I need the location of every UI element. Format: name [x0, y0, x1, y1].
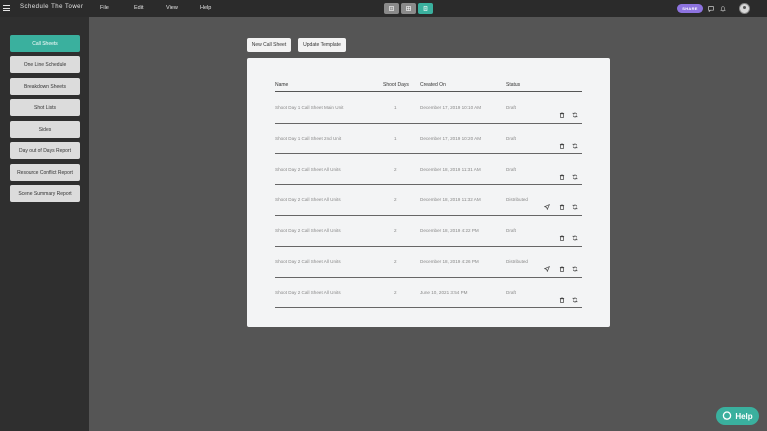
row-status: Draft	[506, 135, 516, 141]
trash-icon[interactable]	[559, 290, 565, 303]
row-divider	[275, 184, 582, 186]
menu-view[interactable]: View	[166, 5, 178, 11]
new-call-sheet-button[interactable]: New Call Sheet	[247, 38, 291, 52]
sidebar-item-one-line-schedule[interactable]: One Line Schedule	[10, 56, 80, 73]
column-header-name: Name	[275, 82, 289, 88]
app-title: Schedule The Tower	[20, 4, 84, 10]
row-created-on: December 18, 2019 11:32 AM	[420, 197, 481, 203]
row-status: Distributed	[506, 259, 528, 264]
row-divider	[275, 307, 582, 309]
row-divider	[275, 214, 582, 216]
send-icon[interactable]	[543, 197, 551, 211]
refresh-icon[interactable]	[572, 136, 578, 149]
trash-icon[interactable]	[559, 105, 565, 118]
column-header-created-on: Created On	[420, 82, 446, 88]
row-status: Draft	[506, 289, 516, 295]
help-button[interactable]: Help	[716, 407, 759, 425]
row-name[interactable]: Shoot Day 2 Call Sheet All Units	[275, 197, 341, 202]
row-name[interactable]: Shoot Day 2 Call Sheet All Units	[275, 259, 341, 264]
row-created-on: December 18, 2019 4:22 PM	[420, 228, 479, 234]
grid-view-icon	[406, 6, 411, 11]
row-status: Distributed	[506, 197, 528, 203]
row-name[interactable]: Shoot Day 2 Call Sheet All Units	[275, 228, 341, 233]
row-divider	[275, 276, 582, 278]
row-shoot-days: 2	[394, 197, 397, 203]
column-header-shoot-days: Shoot Days	[383, 82, 409, 88]
row-name[interactable]: Shoot Day 2 Call Sheet All Units	[275, 167, 341, 172]
hamburger-menu-icon[interactable]	[3, 5, 10, 11]
row-shoot-days: 1	[394, 105, 397, 110]
sidebar-item-day-out-of-days[interactable]: Day out of Days Report	[10, 142, 80, 159]
row-name[interactable]: Shoot Day 1 Call Sheet 2nd Unit	[275, 136, 341, 141]
sidebar-item-resource-conflict[interactable]: Resource Conflict Report	[10, 164, 80, 181]
refresh-icon[interactable]	[572, 228, 578, 241]
row-shoot-days: 2	[394, 289, 397, 295]
menu-edit[interactable]: Edit	[134, 5, 143, 11]
refresh-icon[interactable]	[572, 290, 578, 303]
row-shoot-days: 2	[394, 166, 397, 172]
row-status: Draft	[506, 228, 516, 234]
row-shoot-days: 2	[394, 228, 397, 234]
list-view-icon	[389, 6, 394, 11]
send-icon[interactable]	[543, 259, 551, 273]
row-created-on: December 17, 2019 10:10 AM	[420, 105, 482, 110]
view-toggle-document[interactable]	[418, 3, 433, 14]
help-label: Help	[735, 411, 753, 421]
trash-icon[interactable]	[559, 136, 565, 149]
share-button[interactable]: SHARE	[677, 4, 703, 13]
row-name[interactable]: Shoot Day 2 Call Sheet All Units	[275, 290, 341, 295]
view-toggle-list[interactable]	[384, 3, 399, 14]
row-divider	[275, 122, 582, 124]
refresh-icon[interactable]	[572, 167, 578, 179]
menu-file[interactable]: File	[100, 5, 109, 11]
update-template-button[interactable]: Update Template	[298, 38, 346, 52]
chat-bubble-icon	[723, 411, 732, 420]
trash-icon[interactable]	[559, 259, 565, 272]
row-divider	[275, 245, 582, 247]
view-toggle-grid[interactable]	[401, 3, 416, 14]
header-divider	[275, 91, 582, 92]
menu-help[interactable]: Help	[200, 5, 211, 11]
avatar[interactable]	[739, 3, 750, 14]
row-shoot-days: 1	[394, 135, 397, 141]
top-bar: Schedule The Tower File Edit View Help S…	[0, 0, 767, 17]
trash-icon[interactable]	[559, 197, 565, 211]
document-view-icon	[423, 6, 428, 11]
refresh-icon[interactable]	[572, 105, 578, 118]
row-created-on: June 10, 2021 3:54 PM	[420, 289, 468, 295]
refresh-icon[interactable]	[572, 259, 578, 272]
trash-icon[interactable]	[559, 228, 565, 241]
row-divider	[275, 153, 582, 155]
notification-icon[interactable]	[718, 4, 727, 13]
row-name[interactable]: Shoot Day 1 Call Sheet Main Unit	[275, 105, 343, 110]
comment-icon[interactable]	[706, 4, 715, 13]
sidebar-item-shot-lists[interactable]: Shot Lists	[10, 99, 80, 116]
trash-icon[interactable]	[559, 167, 565, 180]
row-created-on: December 18, 2019 11:31 AM	[420, 166, 481, 172]
row-created-on: December 18, 2019 4:26 PM	[420, 259, 479, 264]
column-header-status: Status	[506, 82, 521, 88]
sidebar-item-scene-summary[interactable]: Scene Summary Report	[10, 185, 80, 202]
sidebar-item-sides[interactable]: Sides	[10, 121, 80, 138]
sidebar-item-call-sheets[interactable]: Call Sheets	[10, 35, 80, 52]
call-sheets-panel	[247, 58, 610, 327]
row-status: Draft	[506, 105, 516, 110]
refresh-icon[interactable]	[572, 197, 578, 210]
row-created-on: December 17, 2019 10:20 AM	[420, 135, 482, 141]
row-status: Draft	[506, 166, 516, 172]
row-shoot-days: 2	[394, 259, 397, 264]
sidebar-item-breakdown-sheets[interactable]: Breakdown Sheets	[10, 78, 80, 95]
